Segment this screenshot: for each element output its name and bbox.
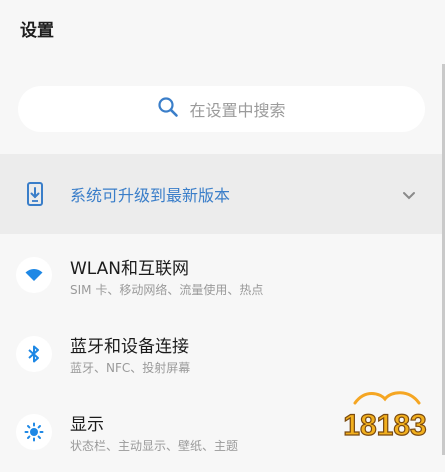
wifi-icon: [16, 257, 52, 293]
settings-item-title: WLAN和互联网: [70, 259, 190, 279]
settings-item-wlan[interactable]: WLAN和互联网 SIM 卡、移动网络、流量使用、热点: [0, 236, 442, 314]
page-title: 设置: [20, 21, 54, 41]
brightness-icon: [16, 414, 52, 450]
settings-item-subtitle: 状态栏、主动显示、壁纸、主题: [70, 439, 239, 453]
update-label: 系统可升级到最新版本: [70, 186, 231, 205]
system-update-banner[interactable]: 系统可升级到最新版本: [0, 154, 442, 234]
watermark-logo: 18183: [335, 385, 435, 445]
settings-item-subtitle: SIM 卡、移动网络、流量使用、热点: [70, 283, 264, 297]
search-icon: [157, 96, 179, 122]
phone-update-icon: [24, 182, 46, 210]
bluetooth-icon: [16, 336, 52, 372]
settings-item-bluetooth[interactable]: 蓝牙和设备连接 蓝牙、NFC、投射屏幕: [0, 314, 442, 392]
watermark-text: 18183: [343, 409, 426, 442]
search-bar[interactable]: 在设置中搜索: [18, 86, 425, 132]
chevron-down-icon[interactable]: [402, 186, 416, 205]
settings-item-subtitle: 蓝牙、NFC、投射屏幕: [70, 361, 191, 375]
settings-item-title: 显示: [70, 415, 104, 435]
settings-item-title: 蓝牙和设备连接: [70, 337, 189, 357]
search-placeholder: 在设置中搜索: [189, 101, 286, 120]
